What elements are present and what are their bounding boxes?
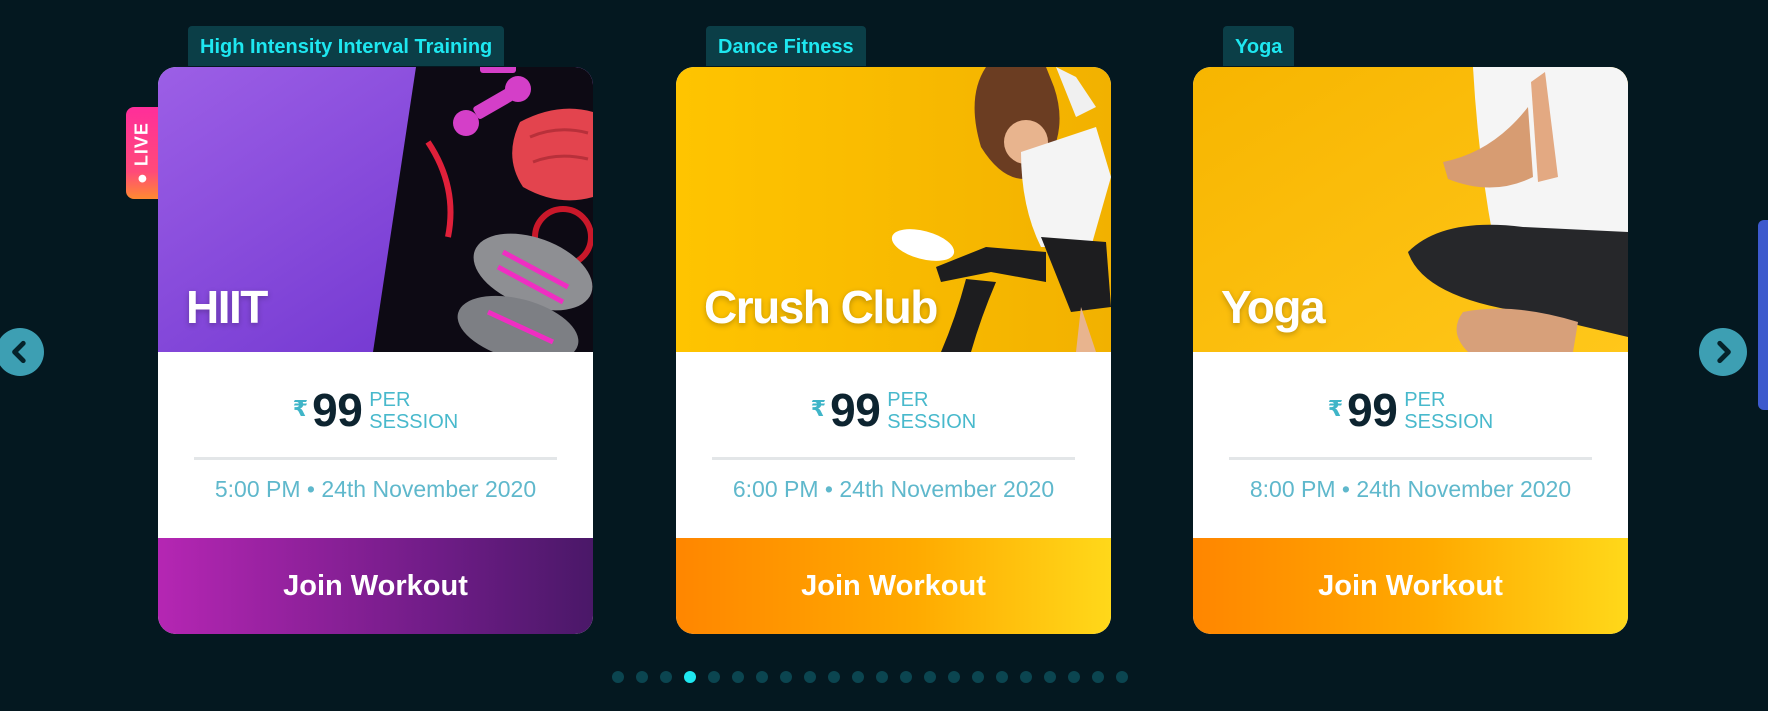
pagination-dot[interactable]	[900, 671, 912, 683]
session-time: 6:00 PM • 24th November 2020	[732, 476, 1055, 502]
price-unit: PER SESSION	[369, 389, 458, 433]
chevron-left-icon	[12, 340, 26, 364]
card-body[interactable]: Yoga ₹ 99 PER SESSION 8:00 PM • 24th Nov…	[1193, 67, 1628, 634]
price-amount: 99	[830, 383, 881, 436]
price-row: ₹ 99 PER SESSION	[1193, 352, 1628, 457]
pagination-dot[interactable]	[804, 671, 816, 683]
side-scroll-indicator	[1758, 220, 1768, 410]
pagination-dot[interactable]	[660, 671, 672, 683]
divider	[712, 457, 1075, 460]
price-unit-session: SESSION	[1404, 410, 1494, 433]
divider	[1229, 457, 1592, 460]
card-title: Crush Club	[704, 281, 938, 333]
pagination-dot[interactable]	[684, 671, 696, 683]
card-body[interactable]: HIIT ₹ 99 PER SESSION 5:00 PM • 24th Nov…	[158, 67, 593, 634]
session-time: 8:00 PM • 24th November 2020	[1249, 476, 1572, 502]
card-title: HIIT	[186, 281, 268, 333]
pagination-dot[interactable]	[1044, 671, 1056, 683]
pagination-dot[interactable]	[996, 671, 1008, 683]
price-unit: PER SESSION	[887, 389, 976, 433]
pagination-dot[interactable]	[1092, 671, 1104, 683]
price-unit-per: PER	[369, 388, 411, 411]
pagination-dot[interactable]	[1068, 671, 1080, 683]
rupee-icon: ₹	[810, 396, 827, 421]
join-workout-button[interactable]: Join Workout	[158, 538, 593, 634]
pagination-dot[interactable]	[732, 671, 744, 683]
rupee-icon: ₹	[292, 396, 309, 421]
pagination-dot[interactable]	[1020, 671, 1032, 683]
pagination-dot[interactable]	[828, 671, 840, 683]
price-row: ₹ 99 PER SESSION	[676, 352, 1111, 457]
card-body[interactable]: Crush Club ₹ 99 PER SESSION 6:00 PM • 24…	[676, 67, 1111, 634]
category-tag: High Intensity Interval Training	[188, 26, 505, 66]
pagination-dot[interactable]	[852, 671, 864, 683]
price-unit-per: PER	[887, 388, 929, 411]
pagination-dot[interactable]	[612, 671, 624, 683]
pagination-dot[interactable]	[948, 671, 960, 683]
chevron-right-icon	[1717, 340, 1731, 364]
carousel-next-button[interactable]	[1699, 328, 1747, 376]
rupee-icon: ₹	[1327, 396, 1344, 421]
card-title: Yoga	[1221, 281, 1326, 333]
carousel-pagination	[612, 671, 1128, 683]
divider	[194, 457, 557, 460]
pagination-dot[interactable]	[756, 671, 768, 683]
price-unit-session: SESSION	[887, 410, 977, 433]
live-badge: ● LIVE	[126, 107, 158, 199]
price-unit: PER SESSION	[1404, 389, 1493, 433]
pagination-dot[interactable]	[780, 671, 792, 683]
join-workout-button[interactable]: Join Workout	[1193, 538, 1628, 634]
pagination-dot[interactable]	[972, 671, 984, 683]
carousel-prev-button[interactable]	[0, 328, 44, 376]
pagination-dot[interactable]	[1116, 671, 1128, 683]
pagination-dot[interactable]	[924, 671, 936, 683]
price-amount: 99	[312, 383, 363, 436]
card-hero-image: Crush Club	[676, 67, 1111, 352]
category-tag: Yoga	[1223, 26, 1295, 66]
price-unit-per: PER	[1404, 388, 1446, 411]
join-workout-button[interactable]: Join Workout	[676, 538, 1111, 634]
pagination-dot[interactable]	[876, 671, 888, 683]
pagination-dot[interactable]	[708, 671, 720, 683]
price-amount: 99	[1347, 383, 1398, 436]
session-time: 5:00 PM • 24th November 2020	[214, 476, 537, 502]
live-badge-label: ● LIVE	[131, 122, 152, 184]
price-unit-session: SESSION	[369, 410, 459, 433]
card-hero-image: Yoga	[1193, 67, 1628, 352]
card-hero-image: HIIT	[158, 67, 593, 352]
category-tag: Dance Fitness	[706, 26, 866, 66]
pagination-dot[interactable]	[636, 671, 648, 683]
price-row: ₹ 99 PER SESSION	[158, 352, 593, 457]
